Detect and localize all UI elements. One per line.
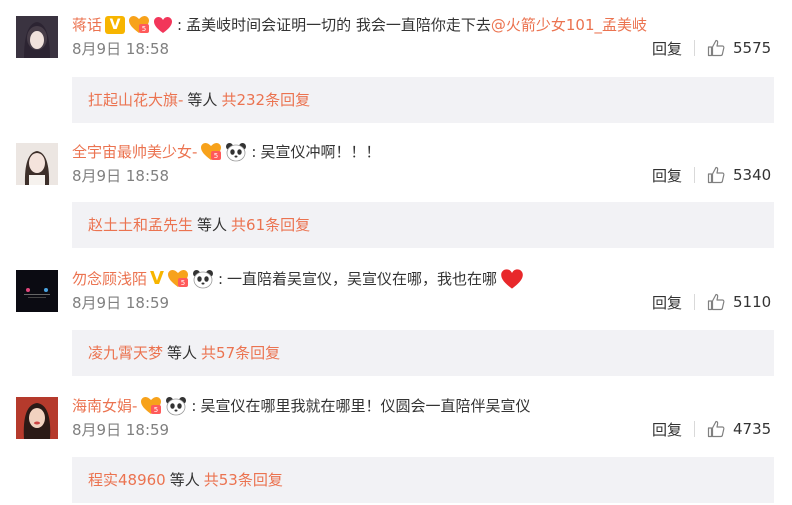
username[interactable]: 勿念顾浅陌 — [72, 266, 147, 292]
reply-summary-text: 等人 — [169, 471, 200, 489]
comment-date: 8月9日 18:58 — [72, 40, 170, 58]
reply-summary-text: 等人 — [187, 91, 218, 109]
reply-user-link[interactable]: 扛起山花大旗- — [88, 91, 183, 109]
thumbs-up-icon — [707, 39, 725, 57]
divider — [694, 40, 696, 56]
comment-item: 蒋话 V 5 : 孟美岐时间会证明一切的 我会一直陪你走下去 @火箭少女101_… — [0, 16, 792, 126]
thumbs-up-icon — [707, 420, 725, 438]
like-count: 4735 — [733, 420, 772, 438]
fan-badge-icon[interactable]: 5 — [200, 142, 222, 162]
divider — [694, 167, 696, 183]
comment-item: 海南女娟- 5 : 吴宣仪在哪里我就在哪里！仪圆会一直陪伴吴宣仪 8月9日 18… — [0, 397, 792, 505]
reply-count-link[interactable]: 共53条回复 — [204, 471, 283, 489]
comment-date: 8月9日 18:59 — [72, 294, 170, 312]
like-count: 5340 — [733, 166, 772, 184]
comment-actions: 回复 5575 — [652, 36, 771, 60]
heart-emoji-icon — [500, 268, 524, 290]
reply-summary[interactable]: 扛起山花大旗- 等人 共232条回复 — [72, 77, 774, 123]
reply-user-link[interactable]: 赵土土和孟先生 — [88, 216, 193, 234]
comment-actions: 回复 4735 — [652, 417, 771, 441]
like-button[interactable]: 5575 — [707, 39, 771, 57]
username[interactable]: 海南女娟- — [72, 393, 137, 419]
comment-actions: 回复 5340 — [652, 163, 771, 187]
colon: : — [251, 143, 257, 161]
like-count: 5575 — [733, 39, 772, 57]
comment-text: 吴宣仪在哪里我就在哪里！仪圆会一直陪伴吴宣仪 — [200, 397, 531, 415]
panda-badge-icon — [192, 269, 214, 289]
avatar[interactable] — [16, 397, 58, 439]
reply-summary-text: 等人 — [167, 344, 198, 362]
reply-button[interactable]: 回复 — [652, 38, 682, 59]
like-button[interactable]: 5340 — [707, 166, 771, 184]
comment-actions: 回复 5110 — [652, 290, 771, 314]
colon: : — [177, 16, 183, 34]
username[interactable]: 全宇宙最帅美少女- — [72, 139, 197, 165]
comment-date: 8月9日 18:58 — [72, 167, 170, 185]
reply-count-link[interactable]: 共232条回复 — [221, 91, 310, 109]
like-button[interactable]: 4735 — [707, 420, 771, 438]
mention-link[interactable]: @火箭少女101_孟美岐 — [491, 12, 647, 38]
like-button[interactable]: 5110 — [707, 293, 771, 311]
like-count: 5110 — [733, 293, 772, 311]
colon: : — [191, 397, 197, 415]
reply-user-link[interactable]: 凌九霄天梦 — [88, 344, 163, 362]
reply-count-link[interactable]: 共57条回复 — [201, 344, 280, 362]
reply-summary[interactable]: 赵土土和孟先生 等人 共61条回复 — [72, 202, 774, 248]
avatar[interactable] — [16, 143, 58, 185]
heart-badge-icon — [153, 16, 173, 34]
svg-text:5: 5 — [154, 406, 158, 414]
fan-badge-icon[interactable]: 5 — [167, 269, 189, 289]
divider — [694, 421, 696, 437]
comment-text: 一直陪着吴宣仪，吴宣仪在哪，我也在哪 — [227, 270, 498, 288]
verified-v-badge-icon[interactable]: V — [105, 16, 126, 34]
comment-item: 全宇宙最帅美少女- 5 : 吴宣仪冲啊！！！ 8月9日 18:58 回复 534… — [0, 143, 792, 253]
reply-summary[interactable]: 凌九霄天梦 等人 共57条回复 — [72, 330, 774, 376]
comment-text: 孟美岐时间会证明一切的 我会一直陪你走下去 — [186, 16, 491, 34]
reply-summary[interactable]: 程实48960 等人 共53条回复 — [72, 457, 774, 503]
fan-badge-icon[interactable]: 5 — [128, 15, 150, 35]
thumbs-up-icon — [707, 293, 725, 311]
reply-summary-text: 等人 — [197, 216, 228, 234]
colon: : — [217, 270, 224, 288]
reply-button[interactable]: 回复 — [652, 165, 682, 186]
reply-count-link[interactable]: 共61条回复 — [231, 216, 310, 234]
comment-text: 吴宣仪冲啊！！！ — [260, 143, 381, 161]
svg-text:5: 5 — [181, 279, 185, 287]
comment-item: 勿念顾浅陌 V 5 : 一直陪着吴宣仪，吴宣仪在哪，我也在哪 8月9日 18:5… — [0, 268, 792, 380]
thumbs-up-icon — [707, 166, 725, 184]
avatar[interactable] — [16, 16, 58, 58]
reply-button[interactable]: 回复 — [652, 292, 682, 313]
panda-badge-icon — [225, 142, 247, 162]
fan-badge-icon[interactable]: 5 — [140, 396, 162, 416]
avatar[interactable] — [16, 270, 58, 312]
divider — [694, 294, 696, 310]
username[interactable]: 蒋话 — [72, 12, 102, 38]
reply-button[interactable]: 回复 — [652, 419, 682, 440]
comment-date: 8月9日 18:59 — [72, 421, 170, 439]
vip-v-icon[interactable]: V — [150, 266, 164, 292]
reply-user-link[interactable]: 程实48960 — [88, 471, 166, 489]
panda-badge-icon — [165, 396, 187, 416]
svg-text:5: 5 — [142, 25, 146, 33]
svg-text:5: 5 — [214, 152, 218, 160]
